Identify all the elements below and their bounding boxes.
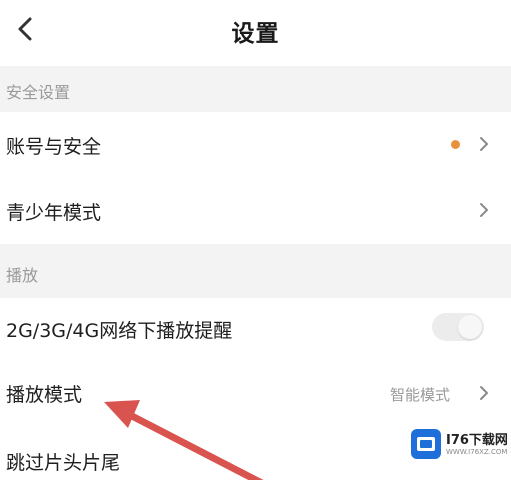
chevron-right-icon xyxy=(480,137,488,151)
settings-row-youth-mode[interactable]: 青少年模式 xyxy=(0,176,511,244)
notification-dot xyxy=(451,140,460,149)
section-title: 安全设置 xyxy=(6,83,71,102)
settings-row-account-security[interactable]: 账号与安全 xyxy=(0,112,511,176)
row-label: 青少年模式 xyxy=(6,202,102,224)
chevron-right-icon xyxy=(480,203,488,217)
row-value: 智能模式 xyxy=(390,386,451,404)
nav-bar: 设置 xyxy=(0,0,511,60)
watermark-subtext: WWW.I76XZ.COM xyxy=(446,448,508,456)
section-title: 播放 xyxy=(6,266,39,285)
settings-row-playback-mode[interactable]: 播放模式 智能模式 xyxy=(0,360,511,426)
section-header-security: 安全设置 xyxy=(0,66,511,112)
row-label: 播放模式 xyxy=(6,384,83,406)
page-title: 设置 xyxy=(231,21,280,47)
network-reminder-toggle[interactable] xyxy=(432,313,484,341)
row-label: 跳过片头片尾 xyxy=(6,452,121,474)
toggle-knob xyxy=(458,315,482,339)
watermark: I76下载网 WWW.I76XZ.COM xyxy=(408,426,508,464)
row-label: 2G/3G/4G网络下播放提醒 xyxy=(6,320,233,342)
blue-box-logo-icon xyxy=(411,429,441,459)
chevron-right-icon xyxy=(480,386,488,400)
section-header-playback: 播放 xyxy=(0,244,511,298)
settings-row-mobile-network-reminder[interactable]: 2G/3G/4G网络下播放提醒 xyxy=(0,298,511,360)
watermark-text: I76下载网 xyxy=(446,433,508,448)
settings-screen: 设置 安全设置 账号与安全 青少年模式 播放 2G/3G/4G网络下播放提醒 播… xyxy=(0,0,511,480)
row-label: 账号与安全 xyxy=(6,136,102,158)
